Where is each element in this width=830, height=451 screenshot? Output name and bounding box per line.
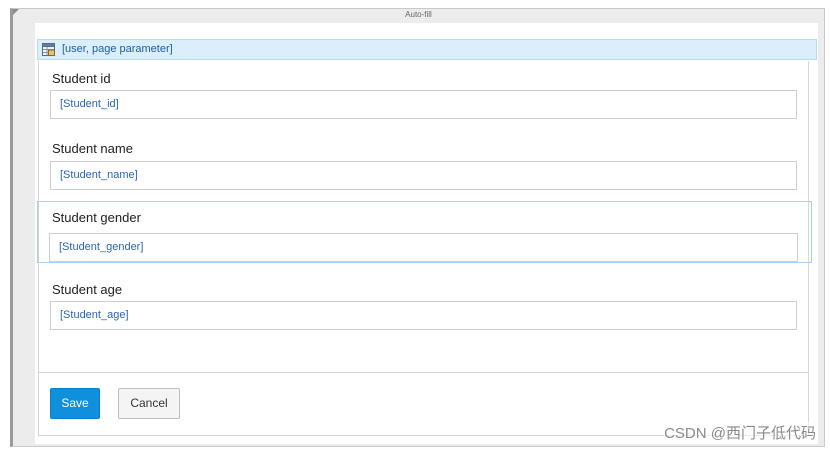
field-label: Student id	[52, 71, 111, 86]
form-body: Student id [Student_id] Student name [St…	[37, 61, 812, 373]
datasource-table-icon	[42, 43, 55, 56]
cancel-button[interactable]: Cancel	[118, 388, 180, 419]
student-name-input[interactable]: [Student_name]	[50, 161, 797, 190]
field-group-student-name[interactable]: Student name [Student_name]	[39, 131, 808, 200]
field-group-student-gender[interactable]: Student gender [Student_gender]	[37, 201, 812, 263]
designer-window: Auto-fill [user, page parameter] Student…	[10, 8, 825, 447]
field-group-student-age[interactable]: Student age [Student_age]	[39, 272, 808, 341]
datasource-label: [user, page parameter]	[62, 43, 173, 55]
datasource-header[interactable]: [user, page parameter]	[37, 39, 817, 60]
form-canvas: [user, page parameter] Student id [Stude…	[35, 23, 818, 444]
field-group-student-id[interactable]: Student id [Student_id]	[39, 61, 808, 130]
field-label: Student name	[52, 141, 133, 156]
student-id-input[interactable]: [Student_id]	[50, 90, 797, 119]
student-age-input[interactable]: [Student_age]	[50, 301, 797, 330]
watermark: CSDN @西门子低代码	[664, 422, 816, 443]
student-gender-input[interactable]: [Student_gender]	[49, 233, 798, 262]
field-label: Student gender	[52, 210, 141, 225]
field-label: Student age	[52, 282, 123, 297]
save-button[interactable]: Save	[50, 388, 100, 419]
window-title: Auto-fill	[405, 10, 432, 19]
